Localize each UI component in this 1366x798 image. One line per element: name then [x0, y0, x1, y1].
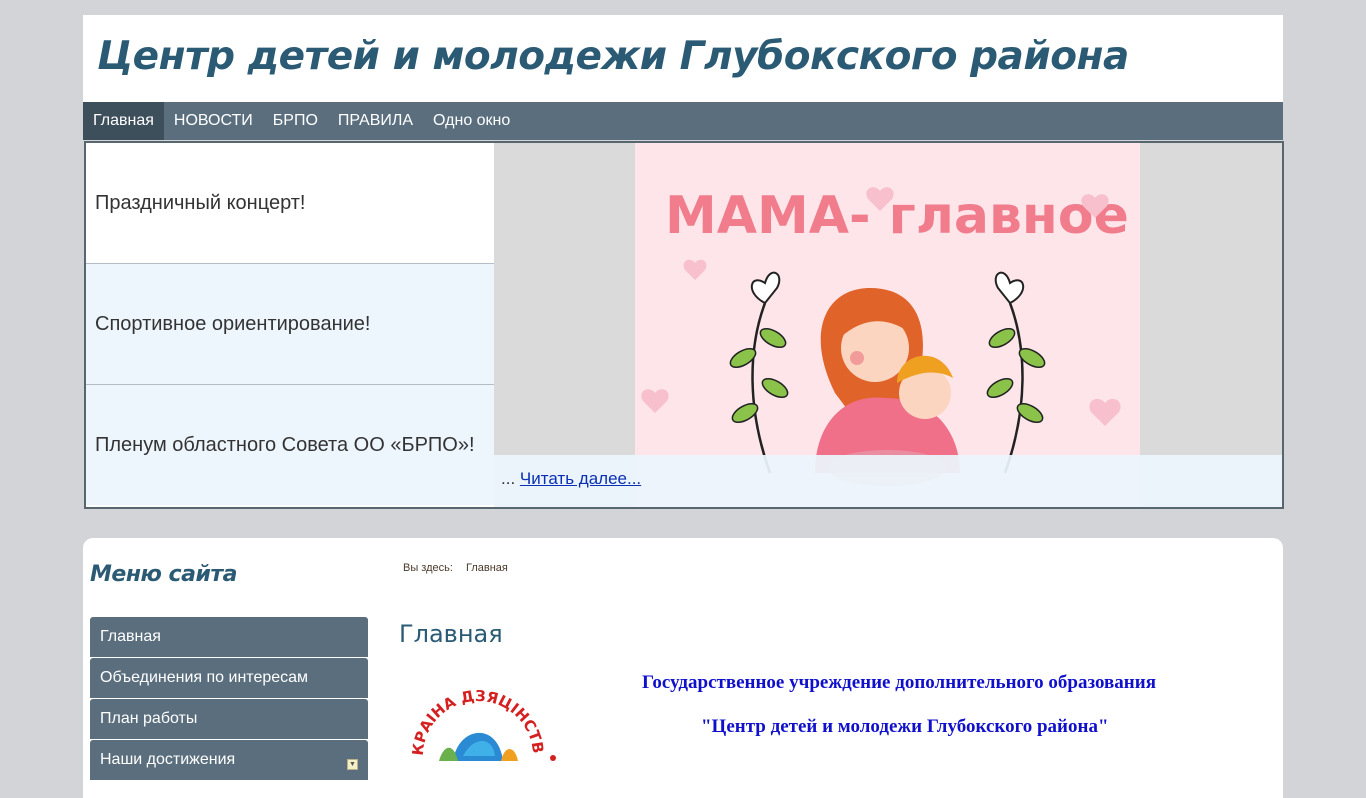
news-list: Праздничный концерт! Спортивное ориентир…: [86, 143, 494, 507]
read-more-bar: ... Читать далее...: [494, 455, 1282, 507]
read-more-ellipsis: ...: [501, 469, 516, 488]
read-more-link[interactable]: Читать далее...: [520, 469, 641, 488]
sidebar-title: Меню сайта: [90, 562, 237, 587]
dropdown-arrow-icon[interactable]: ▼: [347, 759, 358, 770]
mother-child-illustration: МАМА- главное слово: [641, 186, 1282, 486]
nav-item-home[interactable]: Главная: [83, 102, 164, 140]
breadcrumb: Вы здесь: Главная: [403, 562, 518, 574]
nav-item-one-window[interactable]: Одно окно: [423, 102, 520, 140]
logo: КРАІНА ДЗЯЦІНСТВА: [397, 652, 583, 766]
sidebar-item-associations[interactable]: Объединения по интересам: [90, 658, 368, 698]
slide-heading: МАМА- главное слово: [665, 186, 1140, 246]
content-area: Меню сайта Главная Объединения по интере…: [83, 538, 1283, 798]
nav-item-rules[interactable]: ПРАВИЛА: [328, 102, 423, 140]
news-item[interactable]: Пленум областного Совета ОО «БРПО»!: [86, 385, 494, 505]
nav-item-news[interactable]: НОВОСТИ: [164, 102, 263, 140]
news-item[interactable]: Праздничный концерт!: [86, 143, 494, 264]
top-navigation: Главная НОВОСТИ БРПО ПРАВИЛА Одно окно: [83, 102, 1283, 140]
sidebar-menu: Главная Объединения по интересам План ра…: [90, 617, 368, 781]
sidebar-item-work-plan[interactable]: План работы: [90, 699, 368, 739]
breadcrumb-label: Вы здесь:: [403, 562, 453, 574]
nav-item-brpo[interactable]: БРПО: [263, 102, 328, 140]
sidebar-item-label: Наши достижения: [100, 751, 236, 768]
slide-image[interactable]: МАМА- главное слово: [635, 143, 1282, 507]
sidebar-item-home[interactable]: Главная: [90, 617, 368, 657]
site-title: Центр детей и молодежи Глубокского район…: [97, 34, 1129, 79]
site-header: Центр детей и молодежи Глубокского район…: [83, 15, 1283, 102]
news-slider: Праздничный концерт! Спортивное ориентир…: [84, 141, 1284, 509]
sidebar-item-achievements[interactable]: Наши достижения ▼: [90, 740, 368, 780]
breadcrumb-current: Главная: [466, 562, 508, 574]
org-name-line1: Государственное учреждение дополнительно…: [642, 672, 1156, 693]
news-item[interactable]: Спортивное ориентирование!: [86, 264, 494, 385]
org-name-line2: "Центр детей и молодежи Глубокского райо…: [701, 716, 1109, 737]
logo-icon: КРАІНА ДЗЯЦІНСТВА: [397, 652, 556, 761]
page-title: Главная: [399, 620, 503, 648]
slide-area: МАМА- главное слово: [494, 143, 1282, 507]
